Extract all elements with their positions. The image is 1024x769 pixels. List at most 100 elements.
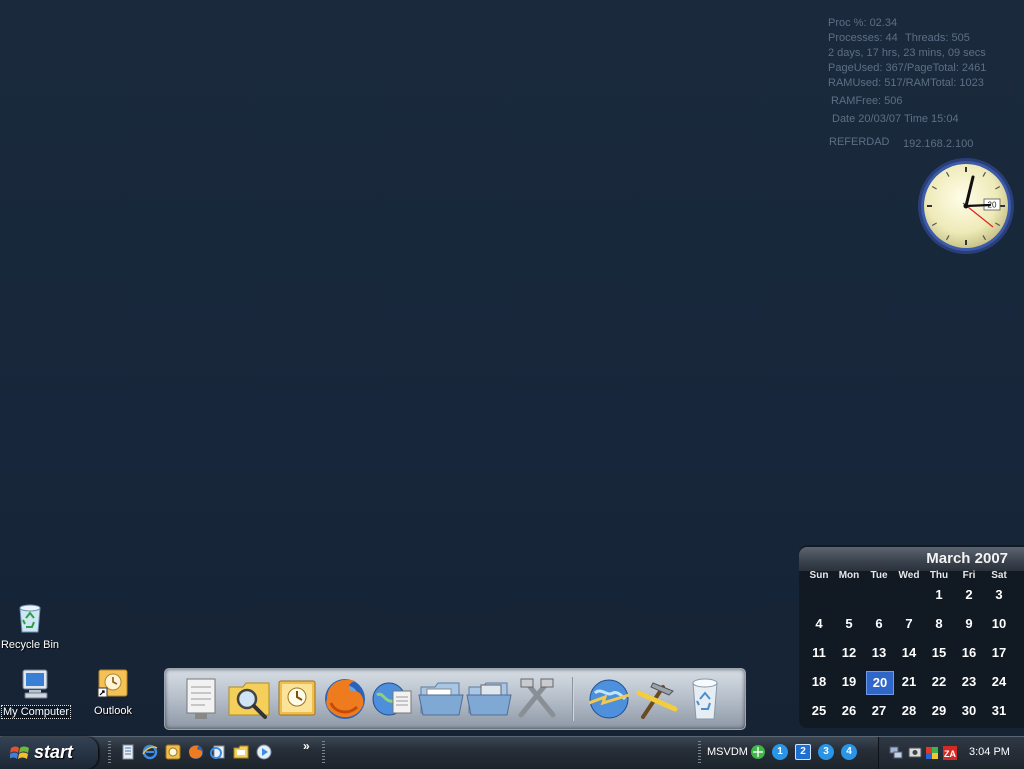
- zonealarm-icon[interactable]: ZA: [943, 746, 957, 760]
- calendar-day[interactable]: 7: [896, 613, 922, 635]
- documents-icon: [186, 678, 216, 719]
- ql-internet-explorer-icon[interactable]: [142, 744, 158, 760]
- sysinfo-ram: RAMUsed: 517/RAMTotal: 1023: [828, 77, 984, 89]
- virtual-desktop-4-button[interactable]: 4: [841, 744, 857, 760]
- ql-folder-icon[interactable]: [233, 744, 249, 760]
- dock-tools[interactable]: [633, 673, 681, 723]
- calendar-weekday-thu: Thu: [929, 570, 949, 581]
- calendar-day[interactable]: 24: [986, 671, 1012, 693]
- virtual-desktop-1-button[interactable]: 1: [772, 744, 788, 760]
- ql-ie-document-icon[interactable]: [210, 744, 226, 760]
- calendar-day[interactable]: 28: [896, 700, 922, 722]
- analog-clock-widget: 20: [916, 157, 1016, 257]
- sysinfo-threads: Threads: 505: [905, 32, 970, 44]
- dock-firefox[interactable]: [321, 673, 369, 723]
- taskbar-grip[interactable]: [108, 741, 111, 765]
- calendar-day[interactable]: 3: [986, 584, 1012, 606]
- svg-text:ZA: ZA: [944, 749, 956, 759]
- display-settings-icon[interactable]: [908, 746, 922, 760]
- calendar-day[interactable]: 2: [956, 584, 982, 606]
- vdm-grid-icon[interactable]: [750, 744, 766, 760]
- network-monitor-icon[interactable]: [889, 746, 903, 760]
- taskbar: start » MSVDM 1234 ZA 3:04 PM: [0, 736, 1024, 769]
- sysinfo-proc: Proc %: 02.34: [828, 17, 898, 29]
- color-flag-icon[interactable]: [925, 746, 939, 760]
- calendar-day[interactable]: 21: [896, 671, 922, 693]
- outlook-icon: [278, 680, 316, 716]
- dock-recycle-bin[interactable]: [681, 673, 729, 723]
- dock-system-tools[interactable]: [513, 673, 561, 723]
- calendar-weekday-tue: Tue: [870, 570, 888, 581]
- calendar-day[interactable]: 19: [836, 671, 862, 693]
- outlook-icon: [97, 669, 128, 698]
- calendar-day[interactable]: 9: [956, 613, 982, 635]
- recycle-bin-label: Recycle Bin: [0, 639, 60, 651]
- calendar-day[interactable]: 11: [806, 642, 832, 664]
- outlook-label: Outlook: [94, 705, 132, 717]
- sysinfo-hostname: REFERDAD: [829, 136, 890, 148]
- calendar-day[interactable]: 30: [956, 700, 982, 722]
- calendar-weekday-sun: Sun: [809, 570, 829, 581]
- network-globe-icon: [588, 679, 630, 719]
- calendar-day[interactable]: 27: [866, 700, 892, 722]
- calendar-widget: March 2007 Sun Mon Tue Wed Thu Fri Sat 1234567…: [799, 545, 1024, 728]
- search-icon: [228, 682, 270, 719]
- calendar-day[interactable]: 22: [926, 671, 952, 693]
- recycle-bin-desktop-icon[interactable]: Recycle Bin: [0, 600, 66, 651]
- virtual-desktop-2-button[interactable]: 2: [795, 744, 811, 760]
- ql-media-player-icon[interactable]: [256, 744, 272, 760]
- ql-outlook-icon[interactable]: [165, 744, 181, 760]
- dock-bar: [164, 668, 746, 730]
- firefox-icon: [325, 679, 365, 719]
- calendar-day-today[interactable]: 20: [866, 671, 894, 695]
- dock-internet-explorer[interactable]: [369, 673, 417, 723]
- taskbar-grip[interactable]: [698, 741, 701, 765]
- system-tools-icon: [518, 678, 556, 718]
- dock-documents[interactable]: [177, 673, 225, 723]
- dock-folder-network[interactable]: [465, 673, 513, 723]
- calendar-day[interactable]: 1: [926, 584, 952, 606]
- calendar-day[interactable]: 12: [836, 642, 862, 664]
- computer-icon: [22, 669, 48, 699]
- calendar-weekday-fri: Fri: [962, 570, 976, 581]
- calendar-day[interactable]: 6: [866, 613, 892, 635]
- recycle-bin-icon: [19, 604, 41, 633]
- recycle-bin-icon: [692, 678, 718, 720]
- calendar-day[interactable]: 23: [956, 671, 982, 693]
- calendar-day[interactable]: 13: [866, 642, 892, 664]
- calendar-day[interactable]: 25: [806, 700, 832, 722]
- my-computer-desktop-icon[interactable]: My Computer: [0, 668, 72, 719]
- ql-firefox-icon[interactable]: [188, 744, 204, 760]
- calendar-day[interactable]: 8: [926, 613, 952, 635]
- calendar-day[interactable]: 15: [926, 642, 952, 664]
- tools-icon: [636, 682, 678, 719]
- sysinfo-uptime: 2 days, 17 hrs, 23 mins, 09 secs: [828, 47, 986, 59]
- dock-search[interactable]: [225, 673, 273, 723]
- dock-network[interactable]: [585, 673, 633, 723]
- taskbar-grip[interactable]: [322, 741, 325, 765]
- calendar-day[interactable]: 17: [986, 642, 1012, 664]
- dock-outlook[interactable]: [273, 673, 321, 723]
- taskbar-clock[interactable]: 3:04 PM: [969, 746, 1010, 758]
- calendar-day[interactable]: 14: [896, 642, 922, 664]
- windows-logo-icon: [10, 746, 29, 759]
- sysinfo-page: PageUsed: 367/PageTotal: 2461: [828, 62, 987, 74]
- outlook-desktop-icon[interactable]: Outlook: [77, 668, 149, 717]
- start-label: start: [34, 742, 74, 762]
- quicklaunch-more-button[interactable]: »: [303, 739, 310, 753]
- dock-folder[interactable]: [417, 673, 465, 723]
- start-button[interactable]: start: [0, 737, 98, 769]
- dock-separator: [572, 677, 574, 721]
- folder-network-icon: [466, 682, 512, 716]
- folder-icon: [418, 682, 464, 716]
- calendar-day[interactable]: 18: [806, 671, 832, 693]
- calendar-day[interactable]: 29: [926, 700, 952, 722]
- calendar-day[interactable]: 26: [836, 700, 862, 722]
- calendar-day[interactable]: 31: [986, 700, 1012, 722]
- calendar-day[interactable]: 10: [986, 613, 1012, 635]
- ql-notepad-icon[interactable]: [120, 744, 136, 760]
- virtual-desktop-3-button[interactable]: 3: [818, 744, 834, 760]
- calendar-day[interactable]: 16: [956, 642, 982, 664]
- calendar-day[interactable]: 4: [806, 613, 832, 635]
- calendar-day[interactable]: 5: [836, 613, 862, 635]
